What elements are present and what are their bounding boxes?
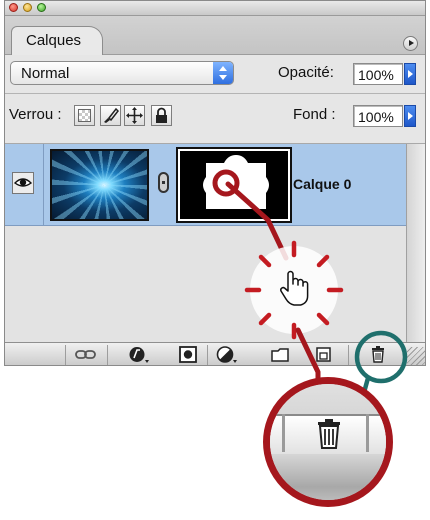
arrow-line-upper [225,181,289,261]
trash-icon [318,419,340,449]
zoom-lower-bg [270,454,386,500]
zoom-lens [263,377,393,507]
zoom-divider [366,414,369,452]
highlight-ring [354,330,408,384]
zoom-divider [282,414,285,452]
